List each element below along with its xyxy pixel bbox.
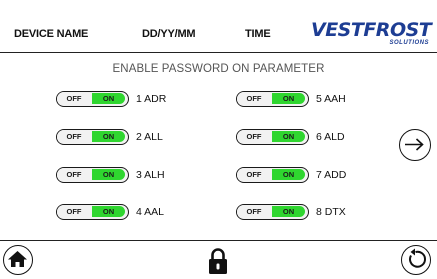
param-4-toggle[interactable]: OFF ON	[56, 204, 129, 220]
param-2-toggle[interactable]: OFF ON	[56, 129, 129, 145]
header: DEVICE NAME DD/YY/MM TIME VESTFROST SOLU…	[0, 0, 437, 52]
param-8-label: 8 DTX	[316, 206, 346, 218]
toggle-on-label: ON	[272, 93, 305, 104]
toggle-off-label: OFF	[237, 168, 271, 181]
param-7-label: 7 ADD	[316, 169, 347, 181]
vestfrost-logo: VESTFROST SOLUTIONS	[311, 19, 432, 50]
param-1-label: 1 ADR	[136, 93, 167, 105]
toggle-on-label: ON	[92, 93, 125, 104]
back-button[interactable]	[401, 245, 431, 275]
param-5-toggle[interactable]: OFF ON	[236, 91, 309, 107]
page-title: ENABLE PASSWORD ON PARAMETER	[112, 63, 325, 75]
toggle-off-label: OFF	[57, 205, 91, 218]
toggle-on-label: ON	[92, 131, 125, 142]
toggle-off-label: OFF	[57, 168, 91, 181]
home-icon	[8, 251, 27, 267]
param-1-toggle[interactable]: OFF ON	[56, 91, 129, 107]
next-page-button[interactable]	[399, 129, 431, 161]
param-2-label: 2 ALL	[136, 131, 163, 143]
toggle-on-label: ON	[92, 206, 125, 217]
param-6-toggle[interactable]: OFF ON	[236, 129, 309, 145]
toggle-on-label: ON	[272, 206, 305, 217]
toggle-on-label: ON	[92, 169, 125, 180]
arrow-right-icon	[405, 138, 424, 151]
toggle-off-label: OFF	[237, 205, 271, 218]
logo-text: VESTFROST	[311, 19, 432, 41]
toggle-on-label: ON	[272, 169, 305, 180]
param-6-label: 6 ALD	[316, 131, 345, 143]
toggle-off-label: OFF	[57, 130, 91, 143]
back-icon	[409, 248, 426, 268]
param-3-label: 3 ALH	[136, 169, 165, 181]
toggle-off-label: OFF	[237, 130, 271, 143]
param-8-toggle[interactable]: OFF ON	[236, 204, 309, 220]
toggle-on-label: ON	[272, 131, 305, 142]
device-name: DEVICE NAME	[14, 28, 89, 40]
time-display: TIME	[245, 28, 271, 40]
toggle-off-label: OFF	[237, 92, 271, 105]
date-display: DD/YY/MM	[142, 28, 196, 40]
lock-icon	[205, 246, 231, 276]
logo-subtitle: SOLUTIONS	[389, 40, 429, 46]
param-7-toggle[interactable]: OFF ON	[236, 167, 309, 183]
header-divider	[0, 52, 437, 53]
footer-divider	[0, 240, 437, 241]
home-button[interactable]	[3, 245, 33, 275]
param-4-label: 4 AAL	[136, 206, 165, 218]
param-5-label: 5 AAH	[316, 93, 346, 105]
toggle-off-label: OFF	[57, 92, 91, 105]
param-3-toggle[interactable]: OFF ON	[56, 167, 129, 183]
